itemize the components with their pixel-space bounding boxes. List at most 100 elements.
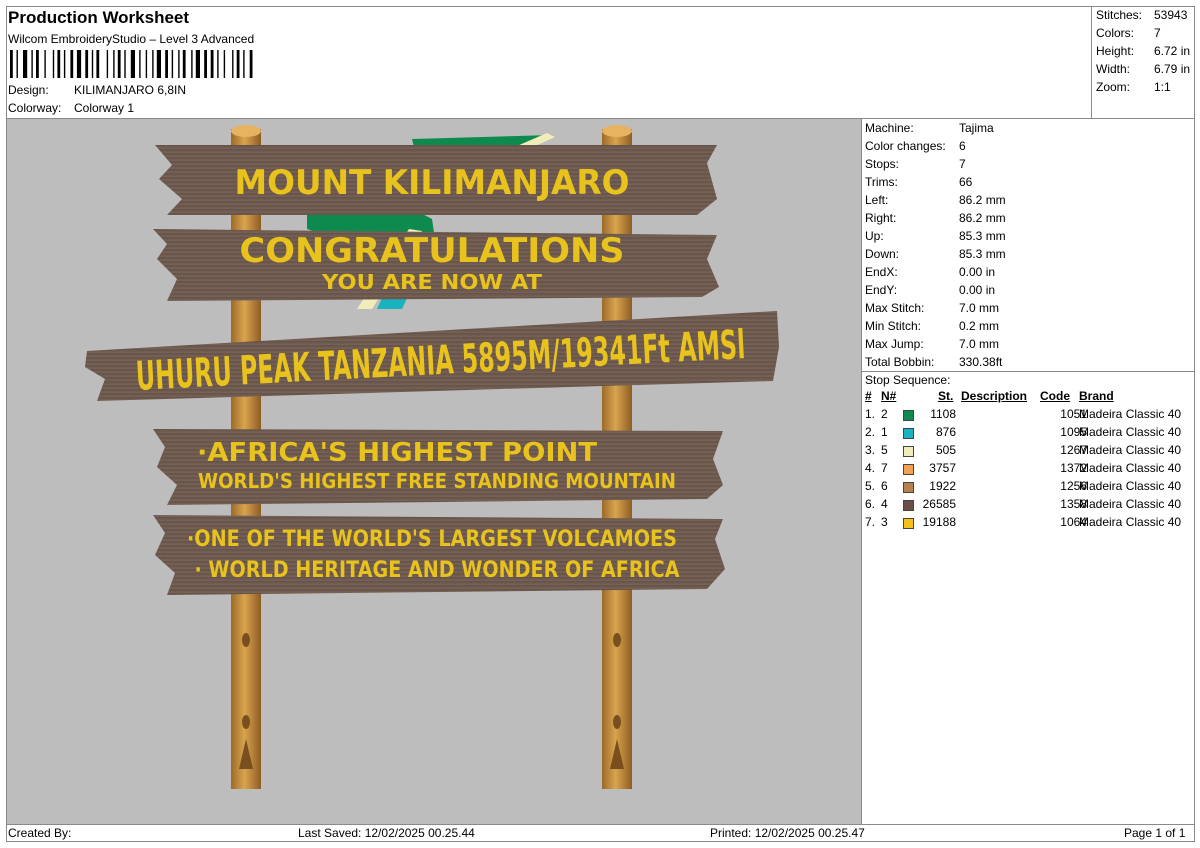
col-header-st: St. (938, 389, 954, 403)
stop-brand: Madeira Classic 40 (1079, 479, 1182, 493)
info-value: 66 (959, 175, 973, 189)
stop-row: 3. 5 505 1267 Madeira Classic 40 (864, 443, 1194, 461)
design-label: Design: (8, 83, 49, 97)
colorway-label: Colorway: (8, 101, 62, 115)
stats-divider (1091, 6, 1092, 118)
info-label: EndY: (865, 283, 898, 297)
info-label: Trims: (865, 175, 898, 189)
footer-divider (6, 824, 1195, 825)
color-swatch (903, 464, 914, 475)
sign5-text-line1: ·ONE OF THE WORLD'S LARGEST VOLCAMOES (187, 527, 677, 552)
barcode (10, 50, 253, 78)
col-header-code: Code (1040, 389, 1070, 403)
info-label: Left: (865, 193, 889, 207)
info-trims: Trims: 66 (865, 175, 972, 189)
info-left: Left: 86.2 mm (865, 193, 1006, 207)
stop-needle: 5 (881, 443, 888, 457)
stop-stitches: 505 (935, 443, 956, 457)
col-header-n: N# (881, 389, 897, 403)
info-divider (862, 371, 1195, 372)
design-row: Design: KILIMANJARO 6,8IN (8, 83, 186, 97)
footer-created-by: Created By: (8, 826, 72, 840)
stat-value: 6.72 in (1154, 44, 1191, 58)
info-label: Stops: (865, 157, 900, 171)
stop-stitches: 876 (935, 425, 956, 439)
info-label: Up: (865, 229, 884, 243)
stop-stitches: 1108 (930, 407, 956, 421)
stop-index: 1. (865, 407, 876, 421)
stop-needle: 6 (881, 479, 888, 493)
col-header-brand: Brand (1079, 389, 1114, 403)
footer-last-saved: Last Saved: 12/02/2025 00.25.44 (298, 826, 475, 840)
info-label: EndX: (865, 265, 898, 279)
sign2-text-line2: YOU ARE NOW AT (321, 270, 543, 294)
footer-printed: Printed: 12/02/2025 00.25.47 (710, 826, 865, 840)
stop-sequence-title: Stop Sequence: (865, 373, 951, 387)
embroidery-design: MOUNT KILIMANJARO CONGRATULATIONS YOU AR… (85, 125, 779, 789)
sign4-text-line2: WORLD'S HIGHEST FREE STANDING MOUNTAIN (198, 469, 676, 493)
info-label: Total Bobbin: (865, 355, 935, 369)
info-value: 86.2 mm (959, 193, 1006, 207)
stop-needle: 3 (881, 515, 888, 529)
info-up: Up: 85.3 mm (865, 229, 1006, 243)
info-label: Down: (865, 247, 900, 261)
stat-label: Zoom: (1096, 80, 1131, 94)
stat-label: Colors: (1096, 26, 1135, 40)
stop-needle: 7 (881, 461, 888, 475)
stat-width: Width: 6.79 in (1096, 62, 1190, 76)
stat-stitches: Stitches: 53943 (1096, 8, 1187, 22)
info-color-changes: Color changes: 6 (865, 139, 966, 153)
stop-row: 1. 2 1108 1051 Madeira Classic 40 (864, 407, 1194, 425)
info-value: 85.3 mm (959, 229, 1006, 243)
stop-row: 6. 4 26585 1358 Madeira Classic 40 (864, 497, 1194, 515)
stop-brand: Madeira Classic 40 (1079, 425, 1182, 439)
stop-brand: Madeira Classic 40 (1079, 461, 1182, 475)
stat-label: Width: (1096, 62, 1131, 76)
info-label: Max Jump: (865, 337, 924, 351)
info-label: Machine: (865, 121, 914, 135)
col-header-description: Description (961, 389, 1028, 403)
info-stops: Stops: 7 (865, 157, 966, 171)
info-value: 0.00 in (959, 265, 996, 279)
stat-value: 6.79 in (1154, 62, 1191, 76)
info-label: Color changes: (865, 139, 946, 153)
info-endy: EndY: 0.00 in (865, 283, 995, 297)
info-value: 6 (959, 139, 966, 153)
info-value: 330.38ft (959, 355, 1003, 369)
info-down: Down: 85.3 mm (865, 247, 1006, 261)
stop-stitches: 3757 (929, 461, 956, 475)
sign5-text-line2: · WORLD HERITAGE AND WONDER OF AFRICA (195, 558, 680, 583)
footer-page: Page 1 of 1 (1124, 826, 1186, 840)
info-value: 0.2 mm (959, 319, 1000, 333)
color-swatch (903, 518, 914, 529)
stop-index: 2. (865, 425, 876, 439)
color-swatch (903, 410, 914, 421)
stop-index: 6. (865, 497, 876, 511)
stop-index: 7. (865, 515, 876, 529)
info-value: Tajima (959, 121, 994, 135)
stop-needle: 4 (881, 497, 888, 511)
stop-brand: Madeira Classic 40 (1079, 407, 1182, 421)
info-value: 7.0 mm (959, 301, 1000, 315)
stop-row: 5. 6 1922 1256 Madeira Classic 40 (864, 479, 1194, 497)
stop-row: 2. 1 876 1095 Madeira Classic 40 (864, 425, 1194, 443)
worksheet-title: Production Worksheet (8, 8, 190, 27)
stop-brand: Madeira Classic 40 (1079, 515, 1182, 529)
stop-needle: 2 (881, 407, 888, 421)
software-name: Wilcom EmbroideryStudio – Level 3 Advanc… (8, 32, 255, 46)
info-value: 7 (959, 157, 966, 171)
color-swatch (903, 482, 914, 493)
stop-row: 7. 3 19188 1064 Madeira Classic 40 (864, 515, 1194, 533)
stop-stitches: 26585 (922, 497, 956, 511)
info-value: 7.0 mm (959, 337, 1000, 351)
stop-stitches: 1922 (929, 479, 956, 493)
col-header-num: # (865, 389, 872, 403)
info-machine: Machine: Tajima (865, 121, 994, 135)
stop-needle: 1 (881, 425, 888, 439)
info-endx: EndX: 0.00 in (865, 265, 995, 279)
info-max-stitch: Max Stitch: 7.0 mm (865, 301, 999, 315)
design-preview: MOUNT KILIMANJARO CONGRATULATIONS YOU AR… (7, 119, 861, 824)
stop-index: 4. (865, 461, 876, 475)
info-value: 0.00 in (959, 283, 996, 297)
info-label: Min Stitch: (865, 319, 922, 333)
